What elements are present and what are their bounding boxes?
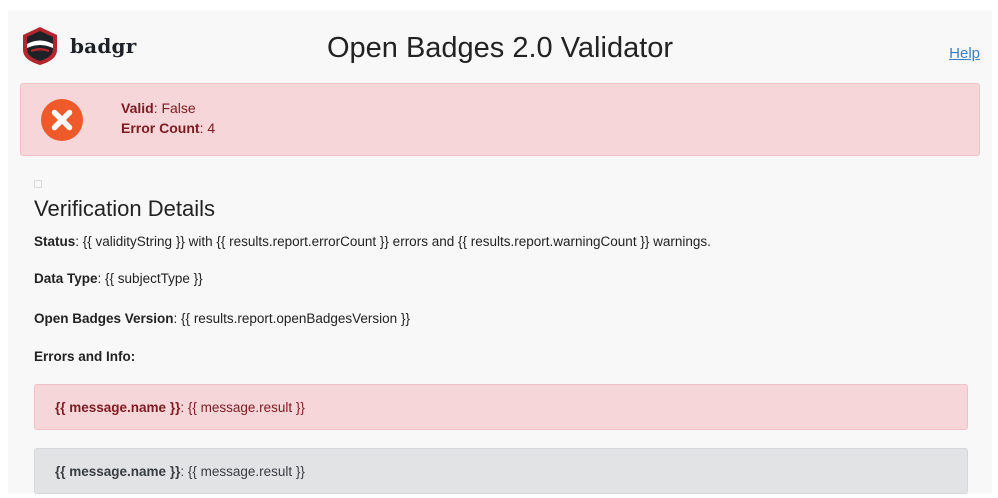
data-type-label: Data Type [34,271,98,286]
header: badgr Open Badges 2.0 Validator Help [8,10,992,78]
message-name: {{ message.name }} [55,400,181,415]
data-type-row: Data Type: {{ subjectType }} [34,271,203,286]
version-value: : {{ results.report.openBadgesVersion }} [173,311,410,326]
message-name: {{ message.name }} [55,464,181,479]
version-label: Open Badges Version [34,311,174,326]
error-count-line: Error Count: 4 [121,118,215,138]
page-title: Open Badges 2.0 Validator [326,32,674,64]
alert-text: Valid: False Error Count: 4 [121,98,215,138]
verification-details-heading: Verification Details [34,196,215,221]
error-count-label: Error Count [121,120,200,136]
error-message: {{ message.name }}: {{ message.result }} [34,384,968,430]
message-result: : {{ message.result }} [180,464,305,479]
broken-image-placeholder [34,180,42,188]
errors-info-label: Errors and Info: [34,349,136,364]
validation-result-alert: Valid: False Error Count: 4 [20,83,980,156]
status-row: Status: {{ validityString }} with {{ res… [34,234,711,249]
validator-page: badgr Open Badges 2.0 Validator Help Val… [8,10,992,494]
version-row: Open Badges Version: {{ results.report.o… [34,311,410,326]
valid-line: Valid: False [121,98,215,118]
help-link[interactable]: Help [949,45,980,62]
valid-value: : False [153,100,196,116]
message-result: : {{ message.result }} [180,400,305,415]
status-label: Status [34,234,76,249]
error-count-value: : 4 [199,120,216,136]
info-message: {{ message.name }}: {{ message.result }} [34,448,968,494]
errors-info-heading: Errors and Info: [34,349,135,364]
status-value: : {{ validityString }} with {{ results.r… [75,234,711,249]
valid-label: Valid [121,100,154,116]
data-type-value: : {{ subjectType }} [97,271,203,286]
error-x-circle-icon [41,99,83,141]
